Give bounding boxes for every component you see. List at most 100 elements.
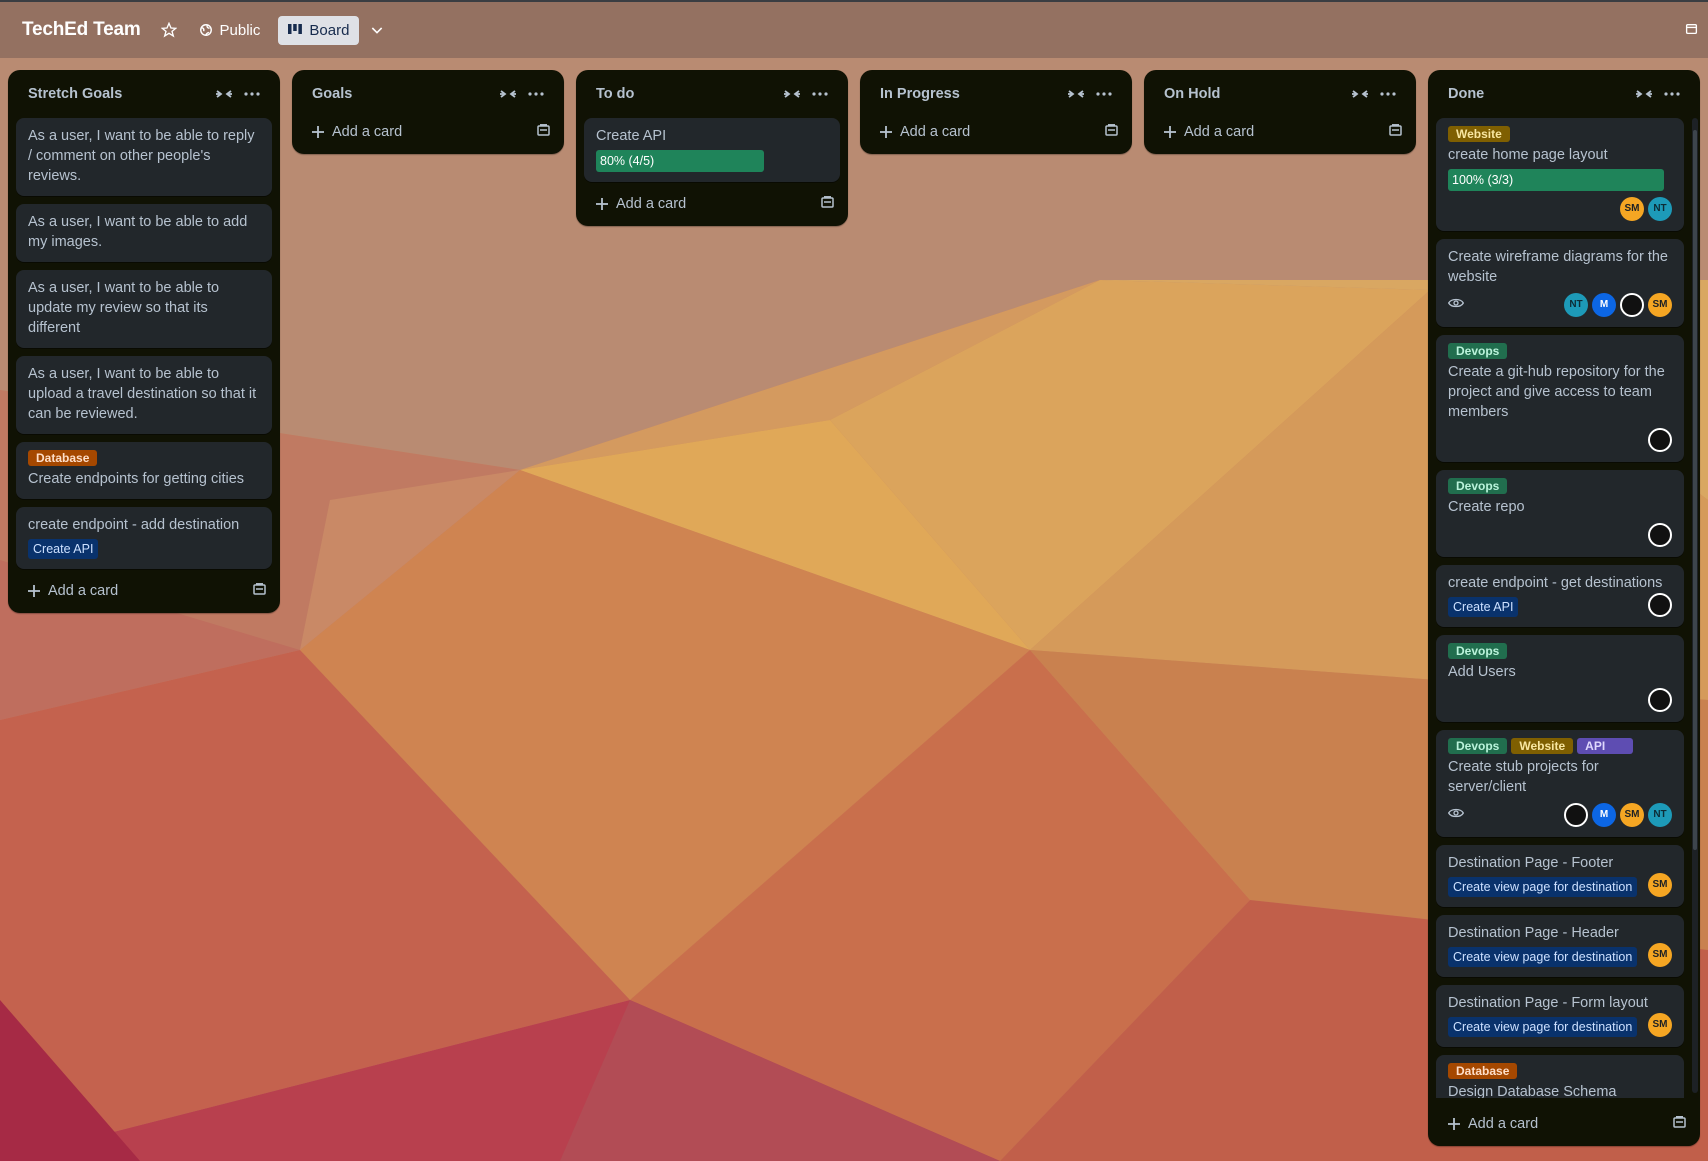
card-label[interactable]: Devops xyxy=(1448,343,1508,359)
calendar-button[interactable] xyxy=(1685,22,1698,38)
card-label[interactable]: Website xyxy=(1511,738,1574,754)
card-title: As a user, I want to be able to reply / … xyxy=(28,128,255,184)
card-title: Create stub projects for server/client xyxy=(1448,759,1599,795)
collapse-icon[interactable] xyxy=(778,80,806,108)
card-title: As a user, I want to be able to upload a… xyxy=(28,366,257,422)
card-title: Add Users xyxy=(1448,664,1516,680)
collapse-icon[interactable] xyxy=(1630,80,1658,108)
board-title[interactable]: TechEd Team xyxy=(22,19,141,41)
avatar[interactable]: SM xyxy=(1648,943,1672,967)
parent-card-badge[interactable]: Create API xyxy=(1448,597,1519,617)
avatar-image[interactable] xyxy=(1648,593,1672,617)
avatar[interactable]: NT xyxy=(1648,197,1672,221)
card-label[interactable]: Website xyxy=(1448,126,1510,142)
board-header: TechEd Team Public Board xyxy=(0,0,1708,58)
eye-icon xyxy=(1447,295,1465,315)
template-icon[interactable] xyxy=(1389,124,1402,140)
ellipsis-icon[interactable] xyxy=(238,80,266,108)
card[interactable]: As a user, I want to be able to upload a… xyxy=(16,356,272,434)
ellipsis-icon[interactable] xyxy=(522,80,550,108)
card-list: Create API 80% (4/5) xyxy=(584,118,840,182)
ellipsis-icon[interactable] xyxy=(1658,80,1686,108)
add-card-button[interactable]: Add a card xyxy=(584,182,840,226)
template-icon[interactable] xyxy=(537,124,550,140)
avatar-image[interactable] xyxy=(1648,428,1672,452)
parent-card-badge[interactable]: Create view page for destination xyxy=(1448,877,1638,897)
avatar[interactable]: SM xyxy=(1620,803,1644,827)
avatar-image[interactable] xyxy=(1620,293,1644,317)
card[interactable]: As a user, I want to be able to add my i… xyxy=(16,204,272,262)
collapse-icon[interactable] xyxy=(210,80,238,108)
card[interactable]: Database Create endpoints for getting ci… xyxy=(16,442,272,499)
template-icon[interactable] xyxy=(1673,1116,1686,1132)
card[interactable]: create endpoint - get destinations Creat… xyxy=(1436,565,1684,627)
parent-card-badge[interactable]: Create view page for destination xyxy=(1448,1017,1638,1037)
ellipsis-icon[interactable] xyxy=(806,80,834,108)
list-title[interactable]: Done xyxy=(1448,86,1630,102)
card[interactable]: Create wireframe diagrams for the websit… xyxy=(1436,239,1684,327)
avatar[interactable]: NT xyxy=(1564,293,1588,317)
card[interactable]: As a user, I want to be able to reply / … xyxy=(16,118,272,196)
views-dropdown[interactable] xyxy=(369,22,385,38)
avatar[interactable]: NT xyxy=(1648,803,1672,827)
visibility-button[interactable]: Public xyxy=(199,22,260,39)
list-title[interactable]: Stretch Goals xyxy=(28,86,210,102)
card[interactable]: Devops Create repo xyxy=(1436,470,1684,557)
star-icon xyxy=(160,22,177,38)
card-footer: NT M SM xyxy=(1447,293,1672,317)
avatar[interactable]: SM xyxy=(1648,1013,1672,1037)
list-title[interactable]: To do xyxy=(596,86,778,102)
parent-card-badge[interactable]: Create API xyxy=(28,539,99,559)
card[interactable]: As a user, I want to be able to update m… xyxy=(16,270,272,348)
avatar[interactable]: SM xyxy=(1620,197,1644,221)
parent-card-badge[interactable]: Create view page for destination xyxy=(1448,947,1638,967)
card[interactable]: Destination Page - Form layout Create vi… xyxy=(1436,985,1684,1047)
card[interactable]: create endpoint - add destination Create… xyxy=(16,507,272,569)
list-title[interactable]: On Hold xyxy=(1164,86,1346,102)
add-card-label: Add a card xyxy=(616,196,687,212)
list-title[interactable]: In Progress xyxy=(880,86,1062,102)
add-card-button[interactable]: Add a card xyxy=(868,114,1124,150)
ellipsis-icon[interactable] xyxy=(1374,80,1402,108)
card[interactable]: Database Design Database Schema xyxy=(1436,1055,1684,1098)
add-card-label: Add a card xyxy=(332,124,403,140)
template-icon[interactable] xyxy=(253,583,266,599)
card[interactable]: Devops Add Users xyxy=(1436,635,1684,722)
avatar[interactable]: SM xyxy=(1648,293,1672,317)
avatar-image[interactable] xyxy=(1648,688,1672,712)
add-card-label: Add a card xyxy=(900,124,971,140)
collapse-icon[interactable] xyxy=(1346,80,1374,108)
template-icon[interactable] xyxy=(821,196,834,212)
collapse-icon[interactable] xyxy=(1062,80,1090,108)
ellipsis-icon[interactable] xyxy=(1090,80,1118,108)
add-card-button[interactable]: Add a card xyxy=(1152,114,1408,150)
card-label[interactable]: Devops xyxy=(1448,643,1508,659)
card[interactable]: Destination Page - Footer Create view pa… xyxy=(1436,845,1684,907)
add-card-button[interactable]: Add a card xyxy=(16,569,272,613)
scrollbar-thumb[interactable] xyxy=(1693,130,1697,850)
avatar-image[interactable] xyxy=(1564,803,1588,827)
card[interactable]: Devops Create a git-hub repository for t… xyxy=(1436,335,1684,462)
collapse-icon[interactable] xyxy=(494,80,522,108)
list-header: In Progress xyxy=(868,70,1124,118)
card[interactable]: Create API 80% (4/5) xyxy=(584,118,840,182)
card-label[interactable]: Database xyxy=(1448,1063,1518,1079)
star-button[interactable] xyxy=(160,22,177,38)
card[interactable]: Devops Website API Create stub projects … xyxy=(1436,730,1684,837)
avatar[interactable]: SM xyxy=(1648,873,1672,897)
list-header: Stretch Goals xyxy=(16,70,272,118)
card-label[interactable]: Devops xyxy=(1448,478,1508,494)
avatar-image[interactable] xyxy=(1648,523,1672,547)
avatar[interactable]: M xyxy=(1592,293,1616,317)
board-view-button[interactable]: Board xyxy=(278,15,360,45)
avatar[interactable]: M xyxy=(1592,803,1616,827)
card-label[interactable]: Database xyxy=(28,450,98,466)
add-card-button[interactable]: Add a card xyxy=(1436,1102,1692,1146)
template-icon[interactable] xyxy=(1105,124,1118,140)
card[interactable]: Destination Page - Header Create view pa… xyxy=(1436,915,1684,977)
card[interactable]: Website create home page layout 100% (3/… xyxy=(1436,118,1684,231)
card-label[interactable]: API xyxy=(1577,738,1634,754)
add-card-button[interactable]: Add a card xyxy=(300,114,556,150)
card-label[interactable]: Devops xyxy=(1448,738,1508,754)
list-title[interactable]: Goals xyxy=(312,86,494,102)
